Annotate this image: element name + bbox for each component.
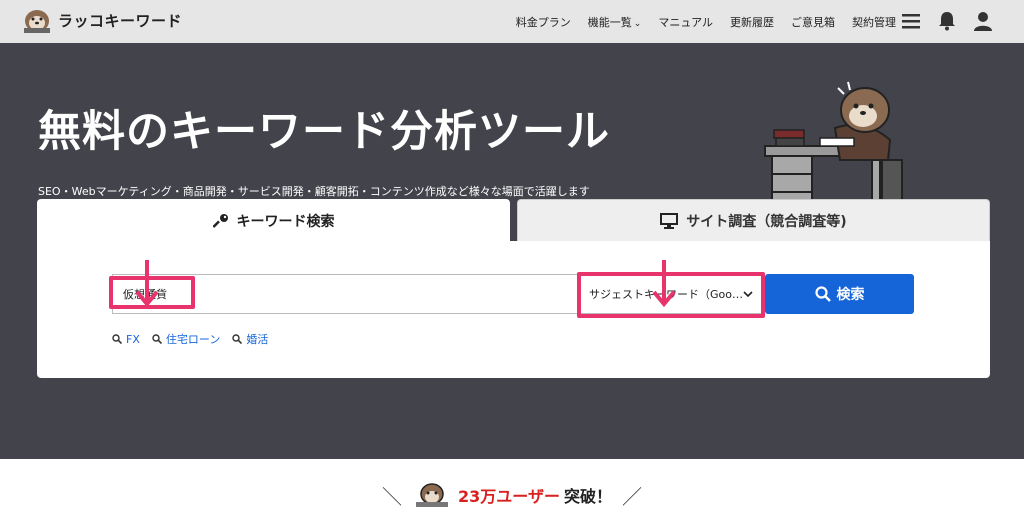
search-card: サジェストキーワード（Goo… 検索 FX 住宅ローン 婚活 — [37, 241, 990, 378]
decorative-backslash: ＼ — [382, 484, 403, 509]
nav-item-contract[interactable]: 契約管理 — [852, 14, 896, 30]
menu-icon[interactable] — [900, 10, 922, 32]
nav-item-pricing[interactable]: 料金プラン — [516, 14, 571, 30]
otter-logo-icon — [24, 10, 50, 33]
example-keyword-label: FX — [126, 332, 140, 346]
hero-subtitle: SEO・Webマーケティング・商品開発・サービス開発・顧客開拓・コンテンツ作成な… — [38, 185, 590, 198]
decorative-slash: ／ — [621, 484, 642, 509]
tab-keyword-search[interactable]: キーワード検索 — [37, 199, 510, 243]
example-keywords: FX 住宅ローン 婚活 — [112, 331, 268, 347]
logo[interactable]: ラッコキーワード — [22, 6, 182, 34]
nav-item-features-label: 機能一覧 — [587, 15, 632, 29]
user-icon[interactable] — [972, 10, 994, 32]
bell-icon[interactable] — [936, 10, 958, 32]
nav-item-features[interactable]: 機能一覧 ⌄ — [588, 14, 642, 30]
hero-title: 無料のキーワード分析ツール — [38, 107, 610, 157]
search-input[interactable] — [112, 274, 578, 314]
site-header: ラッコキーワード 料金プラン 機能一覧 ⌄ マニュアル 更新履歴 ご意見箱 契約管… — [0, 0, 1024, 43]
user-count: 23万ユーザー — [458, 487, 560, 506]
otter-icon — [416, 483, 449, 507]
main-nav: 料金プラン 機能一覧 ⌄ マニュアル 更新履歴 ご意見箱 契約管理 — [516, 0, 896, 43]
example-keyword-link[interactable]: 住宅ローン — [152, 331, 220, 347]
user-count-banner: ＼ 23万ユーザー 突破！ ／ — [0, 478, 1024, 512]
nav-item-feedback[interactable]: ご意見箱 — [791, 14, 835, 30]
tab-site-label: サイト調査（競合調査等) — [686, 213, 847, 230]
search-icon — [232, 334, 243, 344]
arrow-down-icon — [135, 260, 159, 308]
nav-item-manual[interactable]: マニュアル — [658, 14, 713, 30]
tab-keyword-label: キーワード検索 — [236, 214, 335, 230]
example-keyword-label: 住宅ローン — [165, 333, 221, 346]
arrow-down-icon — [652, 260, 676, 308]
example-keyword-link[interactable]: 婚活 — [232, 331, 268, 347]
user-count-suffix: 突破！ — [563, 487, 612, 506]
monitor-icon — [660, 212, 679, 229]
key-icon — [212, 214, 228, 228]
chevron-down-icon — [743, 291, 753, 298]
tab-site-research[interactable]: サイト調査（競合調査等) — [517, 199, 990, 241]
example-keyword-label: 婚活 — [246, 333, 269, 346]
nav-item-changelog[interactable]: 更新履歴 — [730, 14, 774, 30]
search-icon — [814, 286, 831, 302]
example-keyword-link[interactable]: FX — [112, 331, 140, 347]
search-button[interactable]: 検索 — [765, 274, 914, 314]
logo-text: ラッコキーワード — [58, 11, 183, 30]
search-button-label: 検索 — [836, 287, 865, 303]
search-icon — [152, 334, 162, 344]
chevron-down-icon: ⌄ — [633, 18, 642, 29]
search-icon — [112, 334, 122, 344]
